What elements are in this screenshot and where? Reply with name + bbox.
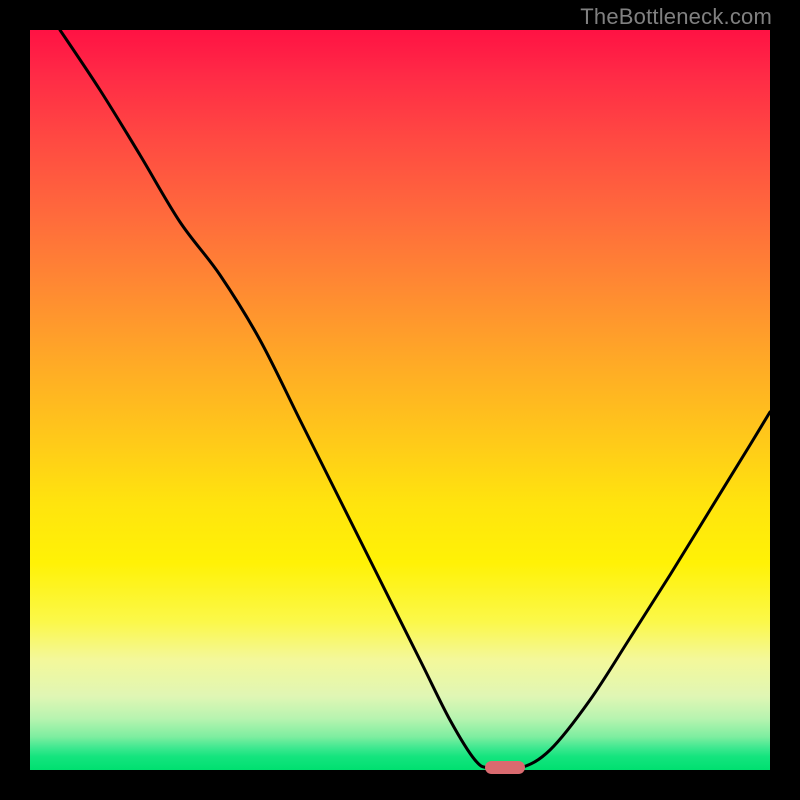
bottleneck-curve [60, 30, 770, 770]
optimal-marker [485, 761, 525, 774]
curve-svg [30, 30, 770, 770]
watermark-text: TheBottleneck.com [580, 4, 772, 30]
chart-frame: TheBottleneck.com [0, 0, 800, 800]
plot-area [30, 30, 770, 770]
